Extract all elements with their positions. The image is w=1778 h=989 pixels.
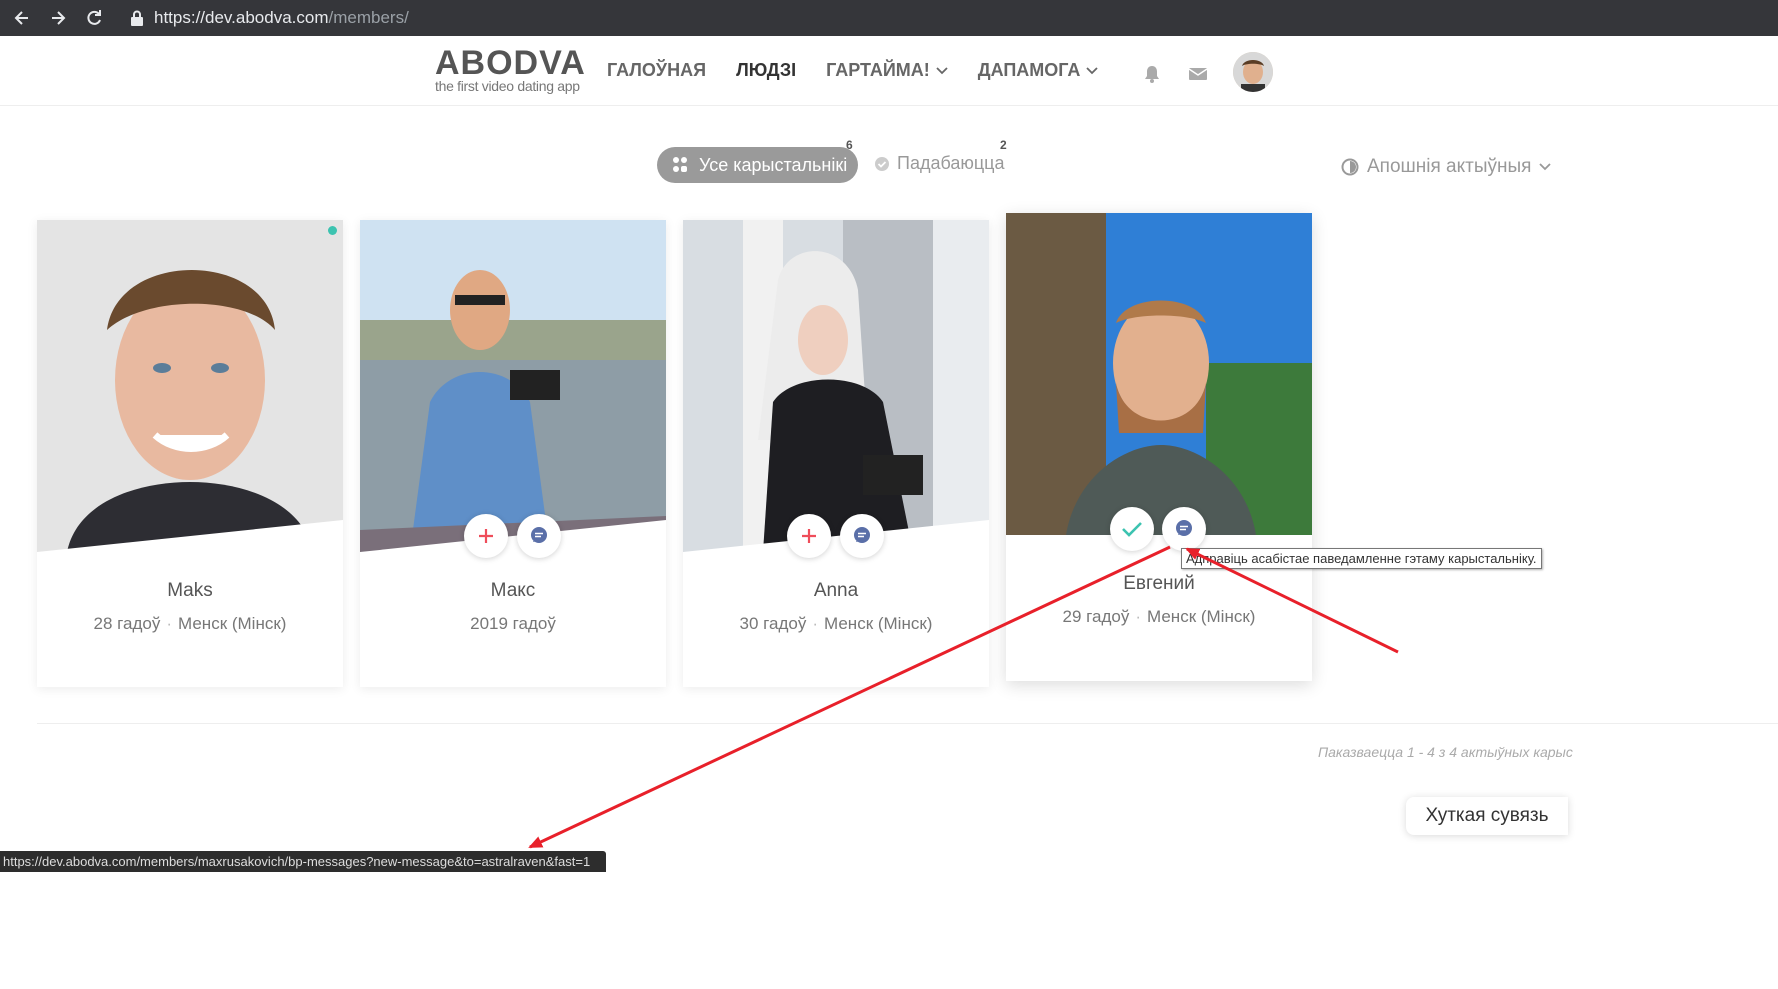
members-icon <box>673 157 687 172</box>
bell-icon[interactable] <box>1142 64 1162 84</box>
member-city: Менск (Мінск) <box>1147 607 1256 626</box>
sort-label: Апошнія актыўныя <box>1367 156 1532 177</box>
tab-all-label: Усе карыстальнікі <box>699 154 848 175</box>
member-meta: 29 гадоў · Менск (Мінск) <box>1062 607 1256 626</box>
member-photo[interactable] <box>1006 213 1312 535</box>
quick-contact-button[interactable]: Хуткая сувязь <box>1406 797 1568 835</box>
nav-home-label: ГАЛОЎНАЯ <box>607 60 707 80</box>
member-age: 30 гадоў <box>739 614 807 633</box>
nav-help-label: ДАПАМОГА <box>977 60 1081 80</box>
member-city: Менск (Мінск) <box>824 614 933 633</box>
nav-play[interactable]: ГАРТАЙМА! <box>826 60 948 81</box>
plus-icon <box>479 529 493 543</box>
site-logo[interactable]: ABODVA the first video dating app <box>435 46 586 94</box>
member-city: Менск (Мінск) <box>178 614 287 633</box>
chevron-down-icon <box>1086 66 1098 74</box>
add-friend-button[interactable] <box>464 514 508 558</box>
message-icon <box>531 527 547 543</box>
member-name[interactable]: Anna <box>683 580 989 602</box>
member-photo[interactable] <box>37 220 343 552</box>
logo-tagline: the first video dating app <box>435 78 580 94</box>
member-card[interactable]: Maks 28 гадоў · Менск (Мінск) <box>37 220 343 687</box>
tab-favorites[interactable]: Падабаюцца <box>875 153 1005 174</box>
site-header: ABODVA the first video dating app ГАЛОЎН… <box>0 36 1778 106</box>
back-arrow-icon[interactable] <box>4 0 40 36</box>
sort-dropdown[interactable]: Апошнія актыўныя <box>1341 156 1552 178</box>
chevron-down-icon <box>936 66 948 74</box>
add-friend-button[interactable] <box>787 514 831 558</box>
url-path: /members/ <box>328 8 409 27</box>
send-message-button[interactable] <box>1162 507 1206 551</box>
member-card[interactable]: Anna 30 гадоў · Менск (Мінск) <box>683 220 989 687</box>
tab-all-members[interactable]: Усе карыстальнікі <box>657 147 858 183</box>
member-meta: 30 гадоў · Менск (Мінск) <box>739 614 933 633</box>
member-name[interactable]: Maks <box>37 580 343 602</box>
favorite-check-button[interactable] <box>1110 507 1154 551</box>
check-circle-icon <box>875 156 889 171</box>
link-status-bar: https://dev.abodva.com/members/maxrusako… <box>0 851 606 872</box>
favorites-count: 2 <box>1000 138 1007 152</box>
message-icon <box>1176 520 1192 536</box>
browser-toolbar: https://dev.abodva.com/members/ <box>0 0 1778 36</box>
forward-arrow-icon[interactable] <box>40 0 76 36</box>
nav-people[interactable]: ЛЮДЗІ <box>736 60 796 81</box>
divider <box>37 723 1778 724</box>
member-age: 28 гадоў <box>93 614 161 633</box>
user-avatar[interactable] <box>1233 52 1273 92</box>
lock-icon <box>131 10 143 26</box>
member-age: 2019 гадоў <box>470 614 556 633</box>
message-icon <box>854 527 870 543</box>
check-icon <box>1122 522 1142 537</box>
nav-help[interactable]: ДАПАМОГА <box>978 60 1099 81</box>
send-message-button[interactable] <box>517 514 561 558</box>
member-name[interactable]: Евгений <box>1006 573 1312 595</box>
chevron-down-icon <box>1539 163 1552 171</box>
member-photo[interactable] <box>683 220 989 552</box>
member-meta: 2019 гадоў <box>360 614 666 634</box>
member-card[interactable]: Макс 2019 гадоў <box>360 220 666 687</box>
reload-icon[interactable] <box>76 0 112 36</box>
plus-icon <box>802 529 816 543</box>
nav-home[interactable]: ГАЛОЎНАЯ <box>607 60 706 81</box>
member-meta: 28 гадоў · Менск (Мінск) <box>93 614 287 633</box>
online-status-dot <box>328 226 337 235</box>
member-name[interactable]: Макс <box>360 580 666 602</box>
message-tooltip: Адправіць асабістае паведамленне гэтаму … <box>1181 548 1542 569</box>
logo-brand: ABODVA <box>435 44 586 82</box>
nav-people-label: ЛЮДЗІ <box>736 60 797 80</box>
all-members-count: 6 <box>846 138 853 152</box>
send-message-button[interactable] <box>840 514 884 558</box>
half-circle-icon <box>1341 158 1359 176</box>
pagination-count: Паказваецца 1 - 4 з 4 актыўных карыс <box>1318 744 1573 760</box>
main-nav: ГАЛОЎНАЯ ЛЮДЗІ ГАРТАЙМА! ДАПАМОГА <box>607 60 1098 81</box>
member-age: 29 гадоў <box>1062 607 1130 626</box>
nav-play-label: ГАРТАЙМА! <box>826 60 930 80</box>
member-card[interactable]: Евгений 29 гадоў · Менск (Мінск) <box>1006 213 1312 681</box>
tab-favorites-label: Падабаюцца <box>897 153 1005 173</box>
mail-icon[interactable] <box>1188 64 1208 84</box>
url-domain: https://dev.abodva.com <box>154 8 329 27</box>
address-bar[interactable]: https://dev.abodva.com/members/ <box>130 0 409 36</box>
member-photo[interactable] <box>360 220 666 552</box>
